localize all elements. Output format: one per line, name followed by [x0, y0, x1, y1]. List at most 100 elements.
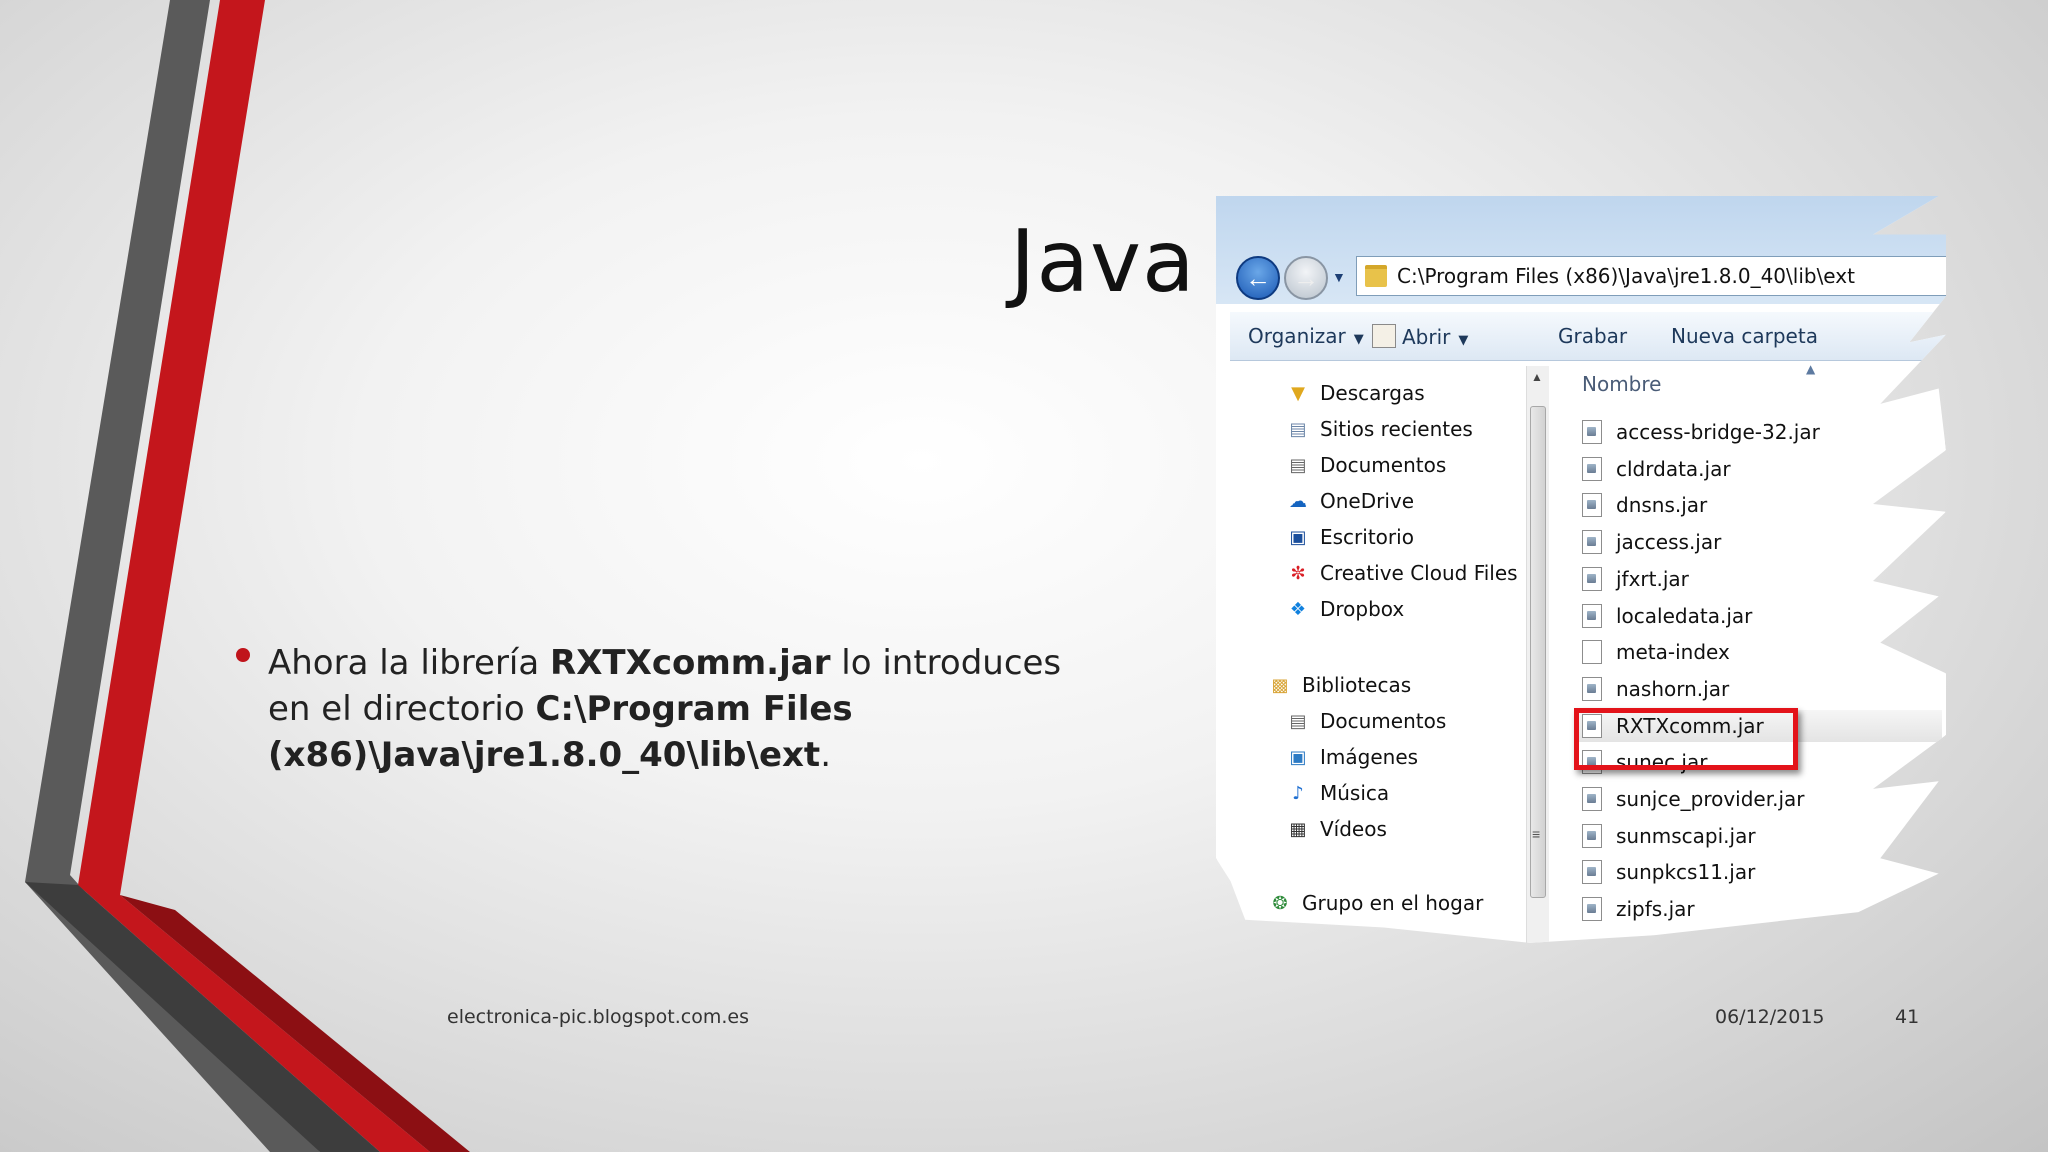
creative-cloud-icon: ✼ [1290, 562, 1306, 584]
nav-label: Escritorio [1320, 525, 1414, 549]
pictures-icon: ▣ [1289, 746, 1307, 768]
nav-label: Descargas [1320, 381, 1425, 405]
file-name: dnsns.jar [1616, 493, 1708, 518]
document-icon: ▤ [1289, 454, 1307, 476]
jar-file-icon [1582, 897, 1602, 922]
jar-file-icon [1582, 787, 1602, 811]
nav-item-onedrive[interactable]: ☁ OneDrive [1286, 486, 1414, 516]
file-name: sunpkcs11.jar [1616, 860, 1756, 885]
recent-places-icon: ▤ [1289, 418, 1307, 440]
file-name: meta-index [1616, 640, 1730, 665]
command-toolbar: Organizar ▼ Abrir ▼ Grabar Nueva carpeta [1230, 312, 1946, 361]
open-label: Abrir [1402, 325, 1451, 349]
bullet-bold-filename: RXTXcomm.jar [550, 643, 831, 683]
file-row[interactable]: cldrdata.jar [1582, 453, 1731, 485]
file-list-pane: ▲ Nombre access-bridge-32.jar cldrdata.ja… [1552, 362, 1946, 943]
bullet-part1: Ahora la librería [268, 643, 551, 683]
nav-item-musica[interactable]: ♪ Música [1286, 778, 1389, 808]
file-row[interactable]: access-bridge-32.jar [1582, 416, 1820, 448]
file-name: nashorn.jar [1616, 676, 1730, 701]
back-arrow-icon[interactable]: ← [1236, 256, 1280, 300]
jar-file-icon [1582, 566, 1602, 591]
slide-title: Java [1010, 212, 1196, 312]
highlight-rectangle [1574, 708, 1798, 770]
address-field[interactable]: C:\Program Files (x86)\Java\jre1.8.0_40\… [1356, 256, 1946, 296]
history-dropdown-icon[interactable]: ▼ [1332, 269, 1346, 285]
organize-button[interactable]: Organizar ▼ [1248, 324, 1364, 348]
jar-file-icon [1582, 420, 1602, 444]
bullet-text: Ahora la librería RXTXcomm.jar lo introd… [236, 640, 1068, 778]
nav-item-bibliotecas[interactable]: ▩ Bibliotecas [1268, 670, 1411, 700]
nav-item-escritorio[interactable]: ▣ Escritorio [1286, 522, 1414, 552]
file-name: cldrdata.jar [1616, 456, 1731, 481]
nav-label: Creative Cloud Files [1320, 561, 1518, 585]
file-name: sunmscapi.jar [1616, 823, 1756, 848]
nav-label: Dropbox [1320, 597, 1405, 621]
bullet-dot [236, 648, 250, 662]
footer-date: 06/12/2015 [1715, 1006, 1825, 1028]
file-row[interactable]: meta-index [1582, 636, 1730, 668]
chevron-down-icon: ▼ [1458, 333, 1469, 348]
nav-label: Documentos [1320, 709, 1447, 733]
address-path: C:\Program Files (x86)\Java\jre1.8.0_40\… [1397, 264, 1855, 288]
file-name: access-bridge-32.jar [1616, 420, 1820, 444]
scroll-thumb[interactable] [1530, 406, 1546, 898]
open-button[interactable]: Abrir ▼ [1372, 324, 1468, 349]
nav-item-videos[interactable]: ▦ Vídeos [1286, 814, 1386, 844]
nav-item-dropbox[interactable]: ❖ Dropbox [1286, 594, 1404, 624]
nav-label: Grupo en el hogar [1302, 891, 1484, 915]
nav-item-imagenes[interactable]: ▣ Imágenes [1286, 742, 1418, 772]
file-icon [1582, 640, 1602, 665]
jar-file-icon [1582, 603, 1602, 628]
file-row[interactable]: jaccess.jar [1582, 526, 1721, 558]
jar-file-icon [1582, 860, 1602, 885]
footer-page-number: 41 [1895, 1006, 1920, 1028]
folder-icon [1365, 265, 1387, 287]
nav-label: Imágenes [1320, 745, 1419, 769]
file-name: jaccess.jar [1616, 530, 1722, 555]
cloud-icon: ☁ [1289, 490, 1307, 512]
nav-item-documentos[interactable]: ▤ Documentos [1286, 450, 1446, 480]
nav-item-grupo-hogar[interactable]: ❂ Grupo en el hogar [1268, 888, 1483, 918]
nav-item-lib-documentos[interactable]: ▤ Documentos [1286, 706, 1446, 736]
nav-label: Sitios recientes [1320, 417, 1473, 441]
file-row[interactable]: nashorn.jar [1582, 673, 1729, 705]
nav-label: Bibliotecas [1302, 673, 1412, 697]
organize-label: Organizar [1248, 324, 1346, 348]
homegroup-icon: ❂ [1272, 892, 1288, 914]
file-row[interactable]: sunjce_provider.jar [1582, 783, 1805, 815]
file-row[interactable]: sunpkcs11.jar [1582, 856, 1755, 888]
jar-file-icon [1582, 530, 1602, 555]
nav-label: Documentos [1320, 453, 1447, 477]
dropbox-icon: ❖ [1289, 598, 1307, 620]
file-row[interactable]: sunmscapi.jar [1582, 820, 1756, 852]
nav-scrollbar[interactable]: ▲ ≡ [1526, 366, 1549, 943]
nav-item-creative-cloud[interactable]: ✼ Creative Cloud Files [1286, 558, 1518, 588]
file-name: jfxrt.jar [1616, 566, 1689, 591]
jar-file-icon [1582, 676, 1602, 701]
scroll-up-icon[interactable]: ▲ [1531, 370, 1543, 384]
nav-item-descargas[interactable]: ▼ Descargas [1286, 378, 1425, 408]
downloads-folder-icon: ▼ [1291, 382, 1305, 404]
file-row[interactable]: jfxrt.jar [1582, 563, 1689, 595]
file-row[interactable]: localedata.jar [1582, 600, 1752, 632]
nav-label: Música [1320, 781, 1390, 805]
nav-item-sitios-recientes[interactable]: ▤ Sitios recientes [1286, 414, 1473, 444]
new-folder-button[interactable]: Nueva carpeta [1671, 324, 1818, 348]
forward-arrow-icon[interactable]: → [1284, 256, 1328, 300]
file-name: sunjce_provider.jar [1616, 787, 1805, 811]
grip-icon: ≡ [1532, 826, 1541, 842]
file-row[interactable]: dnsns.jar [1582, 489, 1707, 521]
explorer-window: ← → ▼ C:\Program Files (x86)\Java\jre1.8… [1216, 196, 1946, 943]
burn-button[interactable]: Grabar [1558, 324, 1627, 348]
video-icon: ▦ [1289, 818, 1307, 840]
footer-site: electronica-pic.blogspot.com.es [447, 1006, 749, 1028]
address-bar-area: ← → ▼ C:\Program Files (x86)\Java\jre1.8… [1216, 196, 1946, 304]
file-name: localedata.jar [1616, 603, 1753, 628]
navigation-pane: ▼ Descargas ▤ Sitios recientes ▤ Documentos… [1230, 362, 1535, 943]
file-row[interactable]: zipfs.jar [1582, 893, 1695, 925]
jar-file-icon [1582, 456, 1602, 481]
bullet-part3: . [820, 735, 831, 775]
nav-label: OneDrive [1320, 489, 1415, 513]
column-header-name[interactable]: Nombre [1582, 372, 1661, 396]
